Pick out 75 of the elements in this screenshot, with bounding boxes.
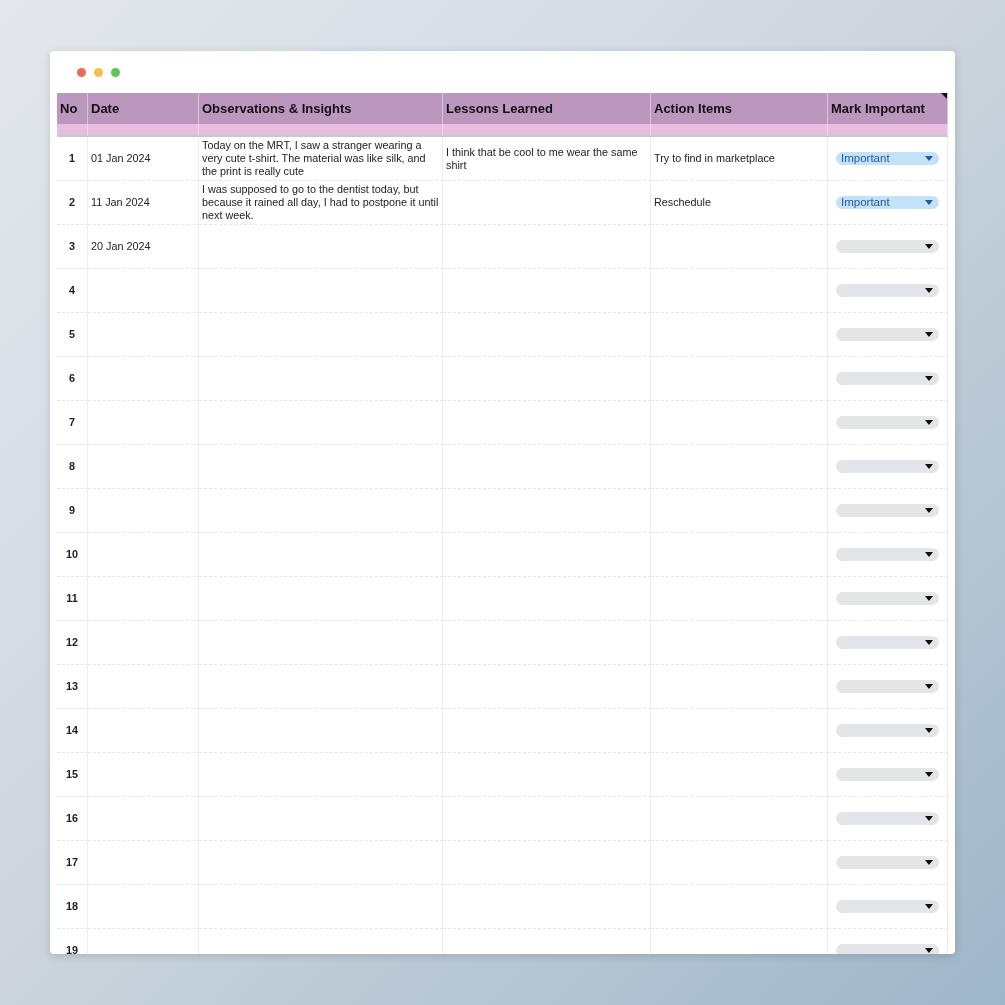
caret-icon — [925, 684, 933, 689]
minimize-dot-icon[interactable] — [94, 67, 103, 77]
column-header: Mark Important — [828, 93, 948, 124]
close-dot-icon[interactable] — [77, 67, 86, 77]
zoom-dot-icon[interactable] — [111, 67, 120, 77]
row-number-cell: 17 — [57, 841, 88, 885]
caret-icon — [925, 288, 933, 293]
table-cell: I was supposed to go to the dentist today, but because it rained all day, I had to postpone it until next week. — [199, 181, 443, 225]
importance-dropdown[interactable] — [836, 284, 939, 297]
row-number-cell: 18 — [57, 885, 88, 929]
importance-dropdown[interactable]: Important — [836, 196, 939, 209]
importance-dropdown[interactable] — [836, 372, 939, 385]
caret-icon — [925, 332, 933, 337]
importance-dropdown[interactable] — [836, 768, 939, 781]
table-cell: 20 Jan 2024 — [88, 225, 199, 269]
caret-icon — [925, 904, 933, 909]
importance-dropdown[interactable] — [836, 680, 939, 693]
caret-icon — [925, 596, 933, 601]
row-number-cell: 19 — [57, 929, 88, 954]
column-header: Date — [88, 93, 199, 124]
caret-icon — [925, 244, 933, 249]
importance-dropdown[interactable] — [836, 240, 939, 253]
importance-dropdown[interactable] — [836, 724, 939, 737]
caret-icon — [925, 552, 933, 557]
table-cell: 01 Jan 2024 — [88, 137, 199, 181]
caret-icon — [925, 816, 933, 821]
column-header: Action Items — [651, 93, 828, 124]
row-number-cell: 6 — [57, 357, 88, 401]
column-header: Observations & Insights — [199, 93, 443, 124]
importance-dropdown[interactable] — [836, 944, 939, 954]
row-number-cell: 5 — [57, 313, 88, 357]
importance-dropdown[interactable] — [836, 592, 939, 605]
table-cell: Try to find in marketplace — [651, 137, 828, 181]
row-number-cell: 16 — [57, 797, 88, 841]
row-number-cell: 1 — [57, 137, 88, 181]
row-number-cell: 10 — [57, 533, 88, 577]
row-number-cell: 13 — [57, 665, 88, 709]
caret-icon — [925, 772, 933, 777]
row-number-cell: 3 — [57, 225, 88, 269]
row-number-cell: 14 — [57, 709, 88, 753]
caret-icon — [925, 376, 933, 381]
table-cell: Reschedule — [651, 181, 828, 225]
row-number-cell: 12 — [57, 621, 88, 665]
table-cell: Today on the MRT, I saw a stranger wearing a very cute t-shirt. The material was like silk, and the print is really cute — [199, 137, 443, 181]
row-number-cell: 15 — [57, 753, 88, 797]
row-number-cell: 2 — [57, 181, 88, 225]
caret-icon — [925, 640, 933, 645]
caret-icon — [925, 860, 933, 865]
caret-icon — [925, 200, 933, 205]
importance-dropdown[interactable] — [836, 812, 939, 825]
caret-icon — [925, 156, 933, 161]
importance-dropdown[interactable] — [836, 328, 939, 341]
caret-icon — [925, 508, 933, 513]
importance-dropdown[interactable] — [836, 504, 939, 517]
importance-dropdown[interactable] — [836, 900, 939, 913]
row-number-cell: 9 — [57, 489, 88, 533]
column-header: Lessons Learned — [443, 93, 651, 124]
importance-dropdown[interactable] — [836, 856, 939, 869]
caret-icon — [925, 464, 933, 469]
corner-triangle-icon — [941, 93, 947, 99]
column-header: No — [57, 93, 88, 124]
row-number-cell: 7 — [57, 401, 88, 445]
row-number-cell: 8 — [57, 445, 88, 489]
row-number-cell: 4 — [57, 269, 88, 313]
caret-icon — [925, 420, 933, 425]
importance-dropdown[interactable] — [836, 460, 939, 473]
caret-icon — [925, 728, 933, 733]
importance-dropdown[interactable] — [836, 636, 939, 649]
importance-dropdown[interactable]: Important — [836, 152, 939, 165]
table-cell: I think that be cool to me wear the same shirt — [443, 137, 651, 181]
row-number-cell: 11 — [57, 577, 88, 621]
table-cell: 11 Jan 2024 — [88, 181, 199, 225]
importance-dropdown[interactable] — [836, 416, 939, 429]
caret-icon — [925, 948, 933, 953]
importance-dropdown[interactable] — [836, 548, 939, 561]
